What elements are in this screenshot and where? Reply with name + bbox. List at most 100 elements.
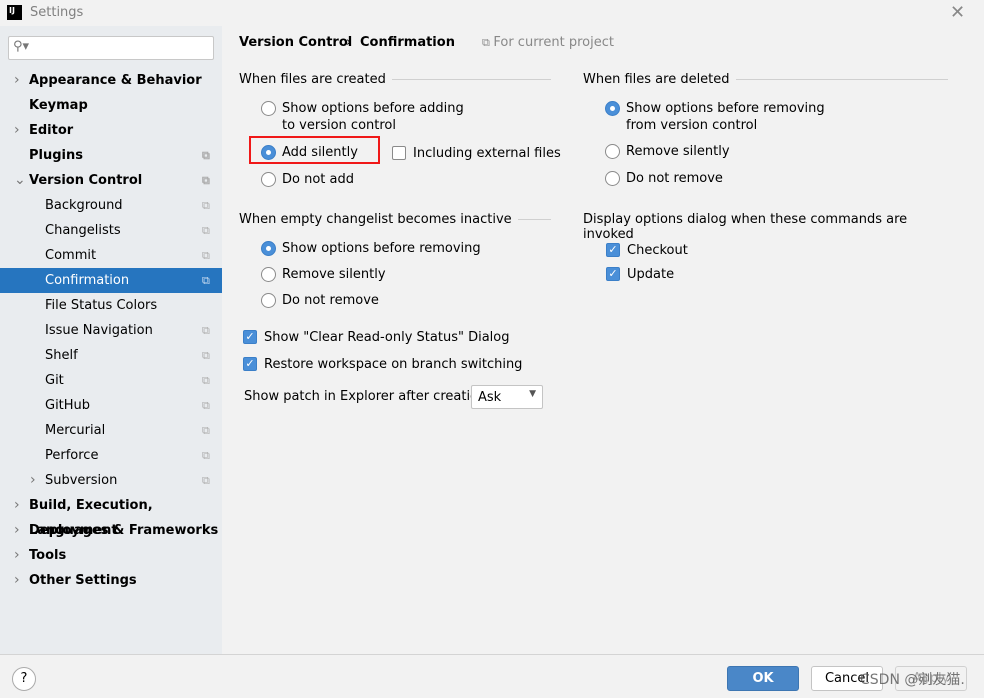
sidebar-item-label: Perforce	[45, 448, 99, 463]
sidebar-item[interactable]: Confirmation ⧉	[0, 268, 222, 293]
sidebar-item-label: Git	[45, 373, 64, 388]
ok-button[interactable]: OK	[727, 666, 799, 691]
including-external-checkbox[interactable]: Including external files	[392, 145, 561, 162]
project-level-icon: ⧉	[202, 274, 210, 287]
radio-label: from version control	[626, 118, 758, 133]
title-bar: IJ Settings ✕	[0, 0, 984, 26]
chevron-right-icon[interactable]: ›	[30, 468, 36, 493]
breadcrumb-separator: ›	[346, 35, 352, 50]
display-group-title: Display options dialog when these comman…	[583, 212, 948, 242]
sidebar-item[interactable]: › Appearance & Behavior	[0, 68, 222, 93]
sidebar-item-label: Tools	[29, 548, 67, 563]
sidebar-item-label: File Status Colors	[45, 298, 158, 313]
radio-label: Show options before removing	[626, 101, 825, 116]
project-level-icon: ⧉	[202, 199, 210, 212]
breadcrumb-current: Confirmation	[360, 35, 455, 50]
chevron-right-icon[interactable]: ›	[14, 68, 20, 93]
group-title: When files are created	[239, 72, 386, 87]
scope-label: ⧉ For current project	[482, 35, 614, 50]
radio-label: Do not remove	[626, 171, 723, 186]
sidebar-item-label: Editor	[29, 123, 74, 138]
sidebar: ⚲▾ › Appearance & Behavior Keymap › Editor Pl…	[0, 26, 222, 654]
chevron-right-icon[interactable]: ›	[14, 518, 20, 543]
deleted-do-not-remove-radio[interactable]: Do not remove	[605, 170, 723, 187]
sidebar-item[interactable]: Changelists ⧉	[0, 218, 222, 243]
close-icon[interactable]: ✕	[950, 2, 965, 23]
search-icon: ⚲▾	[13, 39, 30, 54]
sidebar-item[interactable]: File Status Colors	[0, 293, 222, 318]
sidebar-item[interactable]: ⌄ Version Control ⧉	[0, 168, 222, 193]
window-title: Settings	[30, 5, 84, 20]
created-group-title: When files are created	[239, 72, 551, 87]
sidebar-item[interactable]: Git ⧉	[0, 368, 222, 393]
sidebar-item[interactable]: Background ⧉	[0, 193, 222, 218]
sidebar-item[interactable]: Issue Navigation ⧉	[0, 318, 222, 343]
project-level-icon: ⧉	[202, 174, 210, 187]
app-logo: IJ	[7, 5, 22, 20]
copy-icon: ⧉	[482, 36, 494, 49]
checkbox-label: Update	[627, 267, 675, 282]
checkbox-label: Restore workspace on branch switching	[264, 357, 523, 372]
sidebar-item[interactable]: › Tools	[0, 543, 222, 568]
sidebar-item[interactable]: › Editor	[0, 118, 222, 143]
created-show-options-radio[interactable]: Show options before adding to version con…	[261, 100, 464, 134]
sidebar-item-label: Commit	[45, 248, 97, 263]
radio-label: Remove silently	[282, 267, 386, 282]
empty-remove-silently-radio[interactable]: Remove silently	[261, 266, 386, 283]
sidebar-item-label: Other Settings	[29, 573, 137, 588]
sidebar-item-label: Plugins	[29, 148, 83, 163]
patch-select[interactable]: Ask ▼	[471, 385, 543, 409]
restore-workspace-checkbox[interactable]: ✓ Restore workspace on branch switching	[243, 356, 522, 373]
group-title: When files are deleted	[583, 72, 730, 87]
chevron-right-icon[interactable]: ›	[14, 568, 20, 593]
chevron-right-icon[interactable]: ›	[14, 493, 20, 518]
sidebar-item[interactable]: Plugins ⧉	[0, 143, 222, 168]
sidebar-item-label: Mercurial	[45, 423, 106, 438]
created-do-not-add-radio[interactable]: Do not add	[261, 171, 354, 188]
sidebar-item-label: Languages & Frameworks	[29, 523, 219, 538]
project-level-icon: ⧉	[202, 474, 210, 487]
select-value: Ask	[478, 390, 502, 405]
checkbox-label: Including external files	[413, 146, 561, 161]
breadcrumb-parent[interactable]: Version Control	[239, 35, 352, 50]
update-checkbox[interactable]: ✓ Update	[606, 266, 674, 283]
group-title: When empty changelist becomes inactive	[239, 212, 512, 227]
chevron-right-icon[interactable]: ›	[14, 543, 20, 568]
chevron-down-icon: ▼	[529, 389, 536, 399]
checkbox-label: Show "Clear Read-only Status" Dialog	[264, 330, 510, 345]
radio-label: Show options before removing	[282, 241, 481, 256]
sidebar-item-label: Subversion	[45, 473, 118, 488]
sidebar-item[interactable]: › Languages & Frameworks	[0, 518, 222, 543]
deleted-show-options-radio[interactable]: Show options before removing from version…	[605, 100, 825, 134]
checkbox-label: Checkout	[627, 243, 688, 258]
sidebar-item[interactable]: › Other Settings	[0, 568, 222, 593]
sidebar-item-label: Appearance & Behavior	[29, 73, 202, 88]
radio-label: Add silently	[282, 145, 358, 160]
sidebar-item[interactable]: Keymap	[0, 93, 222, 118]
sidebar-item[interactable]: › Build, Execution, Deployment	[0, 493, 222, 538]
deleted-remove-silently-radio[interactable]: Remove silently	[605, 143, 730, 160]
radio-label: Do not add	[282, 172, 354, 187]
empty-show-options-radio[interactable]: Show options before removing	[261, 240, 481, 257]
radio-label: Do not remove	[282, 293, 379, 308]
sidebar-item[interactable]: Mercurial ⧉	[0, 418, 222, 443]
clear-readonly-checkbox[interactable]: ✓ Show "Clear Read-only Status" Dialog	[243, 329, 510, 346]
radio-label: Remove silently	[626, 144, 730, 159]
help-button[interactable]: ?	[12, 667, 36, 691]
chevron-down-icon[interactable]: ⌄	[14, 168, 26, 193]
checkout-checkbox[interactable]: ✓ Checkout	[606, 242, 688, 259]
project-level-icon: ⧉	[202, 424, 210, 437]
sidebar-item[interactable]: GitHub ⧉	[0, 393, 222, 418]
project-level-icon: ⧉	[202, 324, 210, 337]
main-panel: Version Control › Confirmation ⧉ For cur…	[222, 26, 984, 654]
created-add-silently-radio[interactable]: Add silently	[261, 144, 358, 161]
empty-do-not-remove-radio[interactable]: Do not remove	[261, 292, 379, 309]
sidebar-item[interactable]: Commit ⧉	[0, 243, 222, 268]
sidebar-item[interactable]: Perforce ⧉	[0, 443, 222, 468]
sidebar-item-label: GitHub	[45, 398, 91, 413]
sidebar-item[interactable]: › Subversion ⧉	[0, 468, 222, 493]
chevron-right-icon[interactable]: ›	[14, 118, 20, 143]
project-level-icon: ⧉	[202, 399, 210, 412]
sidebar-item[interactable]: Shelf ⧉	[0, 343, 222, 368]
search-input[interactable]: ⚲▾	[8, 36, 214, 60]
